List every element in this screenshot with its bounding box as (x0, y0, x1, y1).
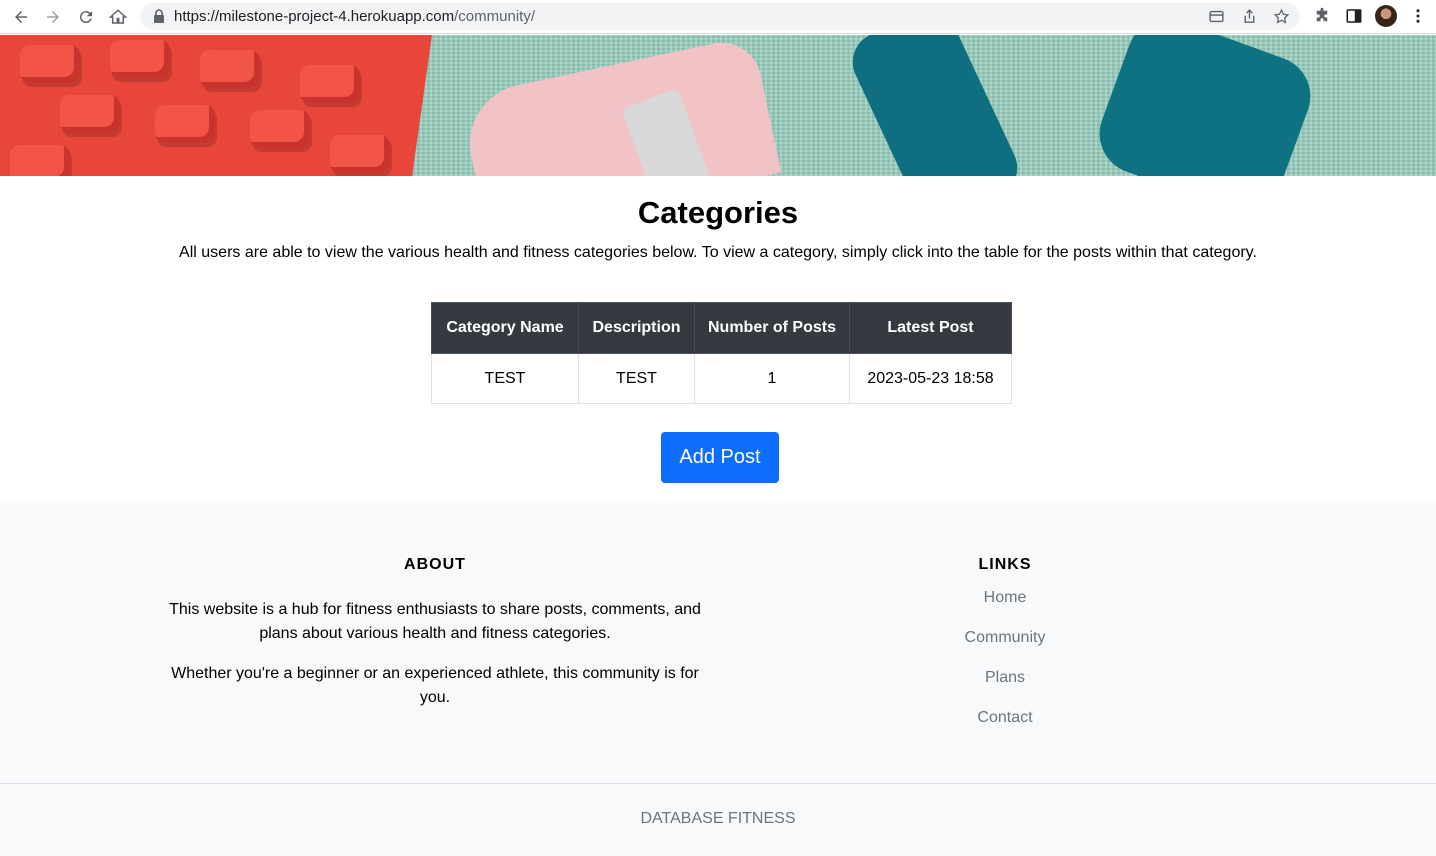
bookmark-star-icon[interactable] (1273, 8, 1290, 25)
list-item: Contact (905, 707, 1105, 747)
roller-knob (10, 145, 70, 176)
footer-links: Home Community Plans Contact (905, 587, 1105, 747)
home-icon[interactable] (107, 6, 129, 28)
share-icon[interactable] (1241, 8, 1258, 25)
roller-knob (250, 110, 310, 148)
about-paragraph: Whether you're a beginner or an experien… (171, 665, 699, 706)
more-menu-icon[interactable] (1408, 6, 1428, 26)
column-header: Category Name (431, 302, 579, 354)
list-item: Home (905, 587, 1105, 627)
dumbbell-shape (842, 35, 1028, 176)
table-row[interactable]: TEST TEST 1 2023-05-23 18:58 (431, 353, 1012, 404)
description-cell[interactable]: TEST (578, 353, 695, 404)
roller-knob (200, 50, 260, 88)
roller-knob (155, 105, 215, 143)
latest-post-cell[interactable]: 2023-05-23 18:58 (849, 353, 1012, 404)
url-text[interactable]: https://milestone-project-4.herokuapp.co… (174, 8, 535, 25)
about-heading: ABOUT (404, 556, 466, 573)
extensions-icon[interactable] (1312, 6, 1332, 26)
dumbbell-shape (1088, 35, 1322, 176)
back-icon[interactable] (10, 6, 32, 28)
categories-table: Category Name Description Number of Post… (431, 302, 1012, 404)
tab-search-icon[interactable] (1208, 8, 1225, 25)
column-header: Description (578, 302, 695, 354)
category-name-cell[interactable]: TEST (431, 353, 579, 404)
roller-knob (330, 135, 390, 173)
roller-knob (110, 40, 170, 78)
roller-knob (20, 45, 80, 83)
footer-link-community[interactable]: Community (965, 629, 1046, 646)
intro-text: All users are able to view the various h… (179, 244, 1257, 261)
roller-knob (60, 95, 120, 133)
address-bar[interactable]: https://milestone-project-4.herokuapp.co… (140, 3, 1300, 30)
footer-divider (0, 783, 1436, 784)
footer-link-plans[interactable]: Plans (985, 669, 1025, 686)
footer-link-contact[interactable]: Contact (977, 709, 1032, 726)
browser-toolbar: https://milestone-project-4.herokuapp.co… (0, 0, 1436, 34)
side-panel-icon[interactable] (1344, 6, 1364, 26)
ankle-weight-shape (458, 35, 782, 176)
profile-avatar[interactable] (1375, 5, 1397, 27)
about-paragraph: This website is a hub for fitness enthus… (169, 601, 701, 642)
list-item: Community (905, 627, 1105, 667)
page-title: Categories (637, 195, 799, 230)
copyright-text: DATABASE FITNESS (640, 810, 796, 827)
column-header: Latest Post (849, 302, 1012, 354)
post-count-cell[interactable]: 1 (694, 353, 850, 404)
footer-link-home[interactable]: Home (984, 589, 1027, 606)
links-heading: LINKS (978, 556, 1032, 573)
forward-icon[interactable] (42, 6, 64, 28)
reload-icon[interactable] (75, 6, 97, 28)
list-item: Plans (905, 667, 1105, 707)
hero-banner-image (0, 35, 1436, 176)
table-header-row: Category Name Description Number of Post… (431, 302, 1012, 354)
column-header: Number of Posts (694, 302, 850, 354)
add-post-button[interactable]: Add Post (661, 432, 779, 483)
lock-icon[interactable] (153, 9, 165, 23)
roller-knob (300, 65, 360, 103)
